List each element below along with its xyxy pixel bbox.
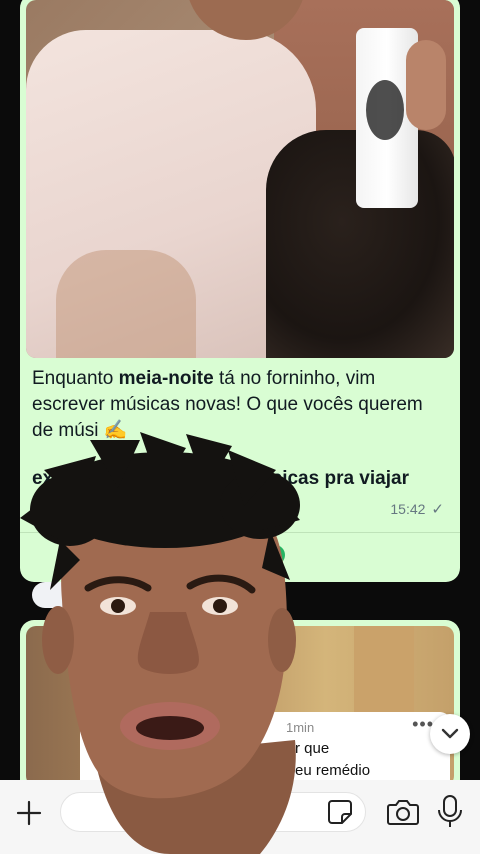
comment-card: 1min ••• e ter que o meu remédio	[80, 712, 450, 786]
replies-label: ostas	[194, 543, 241, 565]
camera-icon	[387, 800, 419, 825]
caption-bold: meia-noite	[118, 368, 214, 389]
comment-time: 1min	[286, 720, 315, 735]
sticker-button[interactable]	[326, 798, 354, 826]
poll-option-start: ex	[32, 468, 54, 489]
replies-button[interactable]: ostas 532	[20, 532, 460, 576]
message-text: Enquanto meia-noite tá no forninho, vim …	[32, 368, 423, 489]
chevron-down-icon	[441, 728, 459, 739]
comment-line-1: e ter que	[270, 740, 330, 757]
message-input-bar	[0, 780, 480, 854]
microphone-button[interactable]	[434, 794, 466, 830]
comment-line-2: o meu remédio	[270, 762, 371, 779]
microphone-icon	[438, 795, 462, 827]
scroll-to-bottom-button[interactable]	[430, 714, 470, 754]
message-time: 15:42	[390, 501, 426, 517]
poll-option-end: musicas pra viajar	[243, 468, 409, 489]
message-photo-2[interactable]: 1min ••• e ter que o meu remédio	[26, 626, 454, 786]
replies-count-badge: 532	[246, 544, 286, 565]
plus-icon	[16, 800, 42, 826]
sent-check-icon: ✓	[431, 501, 444, 518]
message-meta: 15:42 ✓	[390, 500, 444, 518]
message-photo[interactable]	[26, 0, 454, 358]
sticker-icon	[328, 800, 352, 824]
writing-hand-emoji: ✍️	[103, 420, 128, 441]
camera-button[interactable]	[386, 796, 420, 828]
attach-button[interactable]	[12, 796, 46, 830]
chat-screen: Enquanto meia-noite tá no forninho, vim …	[0, 0, 480, 854]
message-input[interactable]	[60, 792, 366, 832]
reaction-chip[interactable]	[32, 582, 272, 608]
message-bubble[interactable]: Enquanto meia-noite tá no forninho, vim …	[20, 0, 460, 582]
